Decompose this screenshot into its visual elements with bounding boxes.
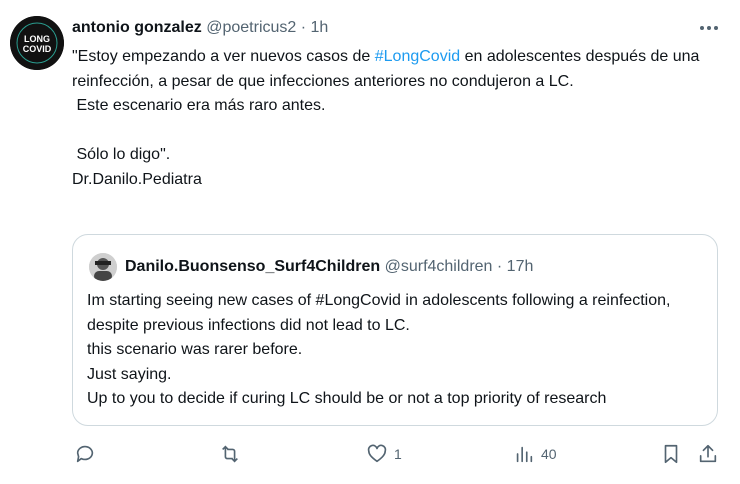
retweet-icon (222, 445, 238, 463)
views-button[interactable]: 40 (513, 440, 557, 468)
author-handle[interactable]: @poetricus2 (206, 19, 296, 36)
avatar-logo-line1: LONG (24, 34, 50, 44)
reply-button[interactable] (74, 440, 96, 468)
tweet-header: antonio gonzalez @poetricus2 · 1h (72, 18, 328, 38)
views-icon (516, 446, 533, 463)
more-options-icon[interactable] (698, 18, 720, 38)
bookmark-button[interactable] (660, 440, 682, 468)
quoted-tweet[interactable]: Danilo.Buonsenso_Surf4Children @surf4chi… (72, 234, 718, 426)
like-count: 1 (394, 446, 402, 462)
tweet-time[interactable]: 1h (311, 19, 329, 36)
avatar-logo-line2: COVID (23, 44, 52, 54)
bookmark-icon (664, 444, 678, 464)
tweet-text: "Estoy empezando a ver nuevos casos de #… (72, 45, 722, 192)
author-name[interactable]: antonio gonzalez (72, 19, 202, 36)
action-bar: 1 40 (0, 440, 740, 468)
tweet-text-start: "Estoy empezando a ver nuevos casos de (72, 48, 375, 65)
quoted-tweet-time[interactable]: 17h (507, 258, 534, 275)
share-icon (699, 444, 717, 463)
quoted-author-avatar[interactable] (89, 253, 117, 281)
quoted-tweet-text: Im starting seeing new cases of #LongCov… (87, 292, 671, 407)
separator-dot: · (300, 19, 307, 36)
author-avatar[interactable]: LONG COVID (10, 16, 64, 70)
hashtag-link[interactable]: #LongCovid (375, 48, 460, 65)
views-count: 40 (541, 446, 557, 462)
heart-icon (367, 444, 387, 463)
retweet-button[interactable] (219, 440, 241, 468)
quoted-tweet-header: Danilo.Buonsenso_Surf4Children @surf4chi… (125, 257, 533, 277)
like-button[interactable]: 1 (366, 440, 402, 468)
quoted-author-handle[interactable]: @surf4children (385, 258, 493, 275)
quoted-separator-dot: · (496, 258, 503, 275)
share-button[interactable] (697, 440, 719, 468)
quoted-author-name[interactable]: Danilo.Buonsenso_Surf4Children (125, 258, 380, 275)
tweet-text-rest: en adolescentes después de una reinfecci… (72, 48, 700, 188)
reply-icon (76, 445, 94, 463)
